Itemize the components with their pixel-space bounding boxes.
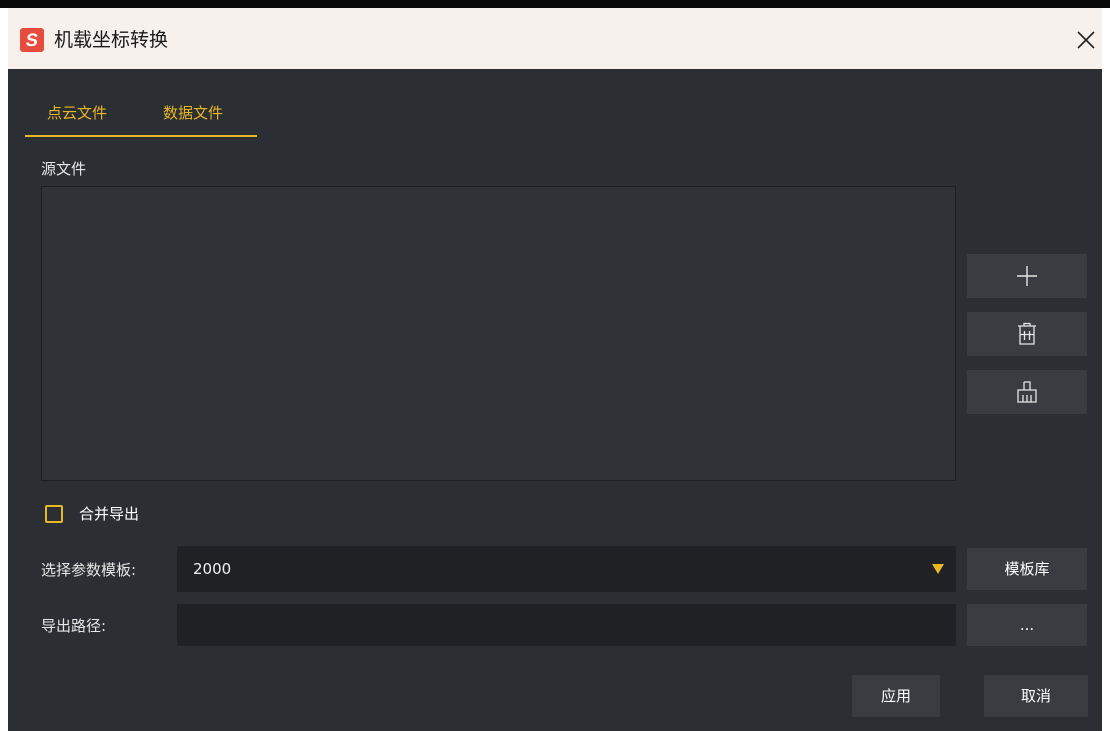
cancel-button[interactable]: 取消: [984, 675, 1088, 717]
add-file-button[interactable]: [967, 254, 1087, 298]
app-logo-letter: S: [24, 30, 40, 50]
merge-export-label: 合并导出: [79, 505, 140, 523]
export-path-input[interactable]: [177, 604, 956, 646]
clear-files-button[interactable]: [967, 370, 1087, 414]
template-library-button[interactable]: 模板库: [967, 548, 1087, 590]
template-select[interactable]: 2000: [177, 546, 956, 592]
source-file-list[interactable]: [41, 186, 956, 481]
export-path-label: 导出路径:: [41, 617, 107, 635]
title-bar: S 机载坐标转换: [8, 8, 1102, 69]
app-logo: S: [20, 28, 44, 52]
template-label: 选择参数模板:: [41, 561, 137, 579]
dropdown-arrow-icon: [932, 564, 944, 574]
tab-point-cloud-files[interactable]: 点云文件: [47, 103, 107, 123]
window-title: 机载坐标转换: [54, 29, 169, 51]
plus-icon: [1017, 266, 1037, 286]
dialog-body: 点云文件 数据文件 源文件 合并导出 选择参数模板: 2000 模板库 导出路径…: [8, 69, 1102, 731]
trash-icon: [1018, 322, 1036, 345]
window-top-edge: [0, 0, 1110, 8]
broom-icon: [1017, 381, 1037, 403]
delete-file-button[interactable]: [967, 312, 1087, 356]
tab-bar: 点云文件 数据文件: [25, 93, 257, 137]
tab-data-files[interactable]: 数据文件: [163, 103, 223, 123]
source-files-label: 源文件: [41, 160, 87, 178]
close-button[interactable]: [1072, 26, 1100, 54]
browse-path-button[interactable]: ...: [967, 604, 1087, 646]
apply-button[interactable]: 应用: [852, 675, 940, 717]
template-select-value: 2000: [193, 560, 232, 578]
close-icon: [1077, 31, 1095, 49]
merge-export-checkbox[interactable]: [45, 505, 63, 523]
